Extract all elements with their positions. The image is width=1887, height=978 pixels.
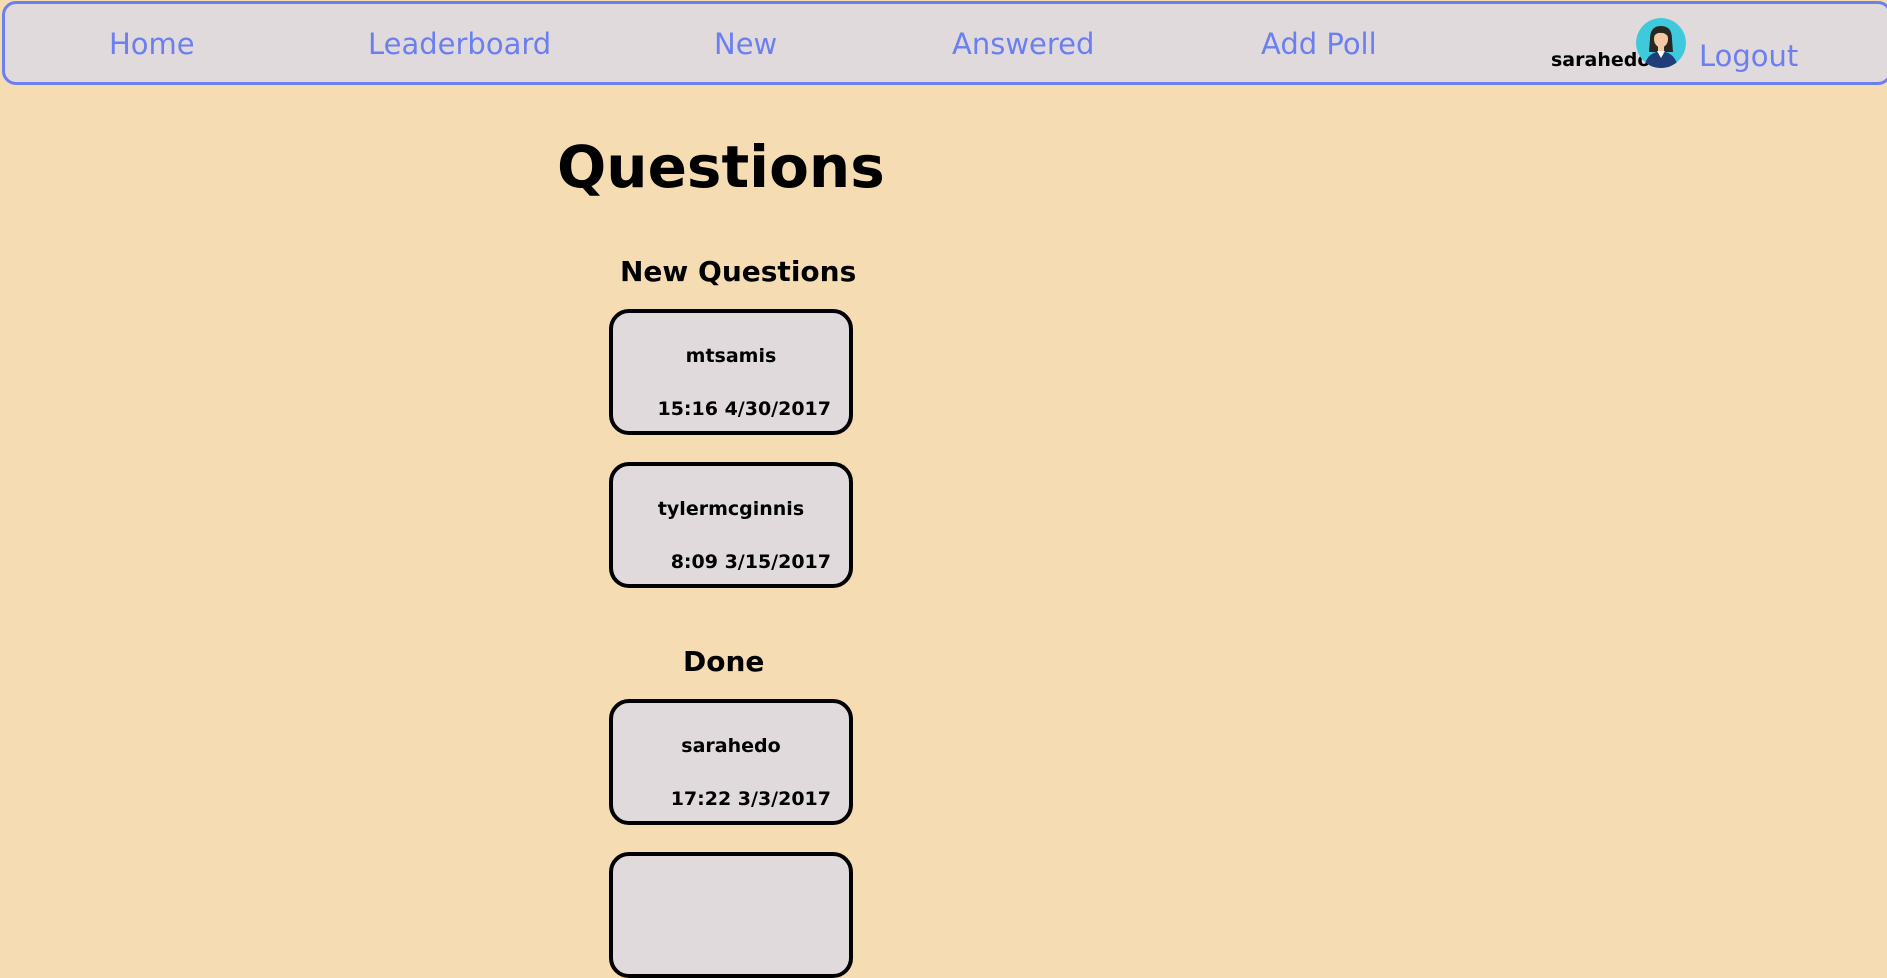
nav-new-link[interactable]: New [714,30,777,59]
nav-answered-link[interactable]: Answered [952,30,1094,59]
current-username: sarahedo [1551,49,1651,71]
new-questions-heading: New Questions [620,255,857,288]
question-card[interactable]: sarahedo 17:22 3/3/2017 [609,699,853,825]
question-timestamp: 15:16 4/30/2017 [657,398,831,420]
question-timestamp: 17:22 3/3/2017 [670,788,831,810]
nav-add-poll-link[interactable]: Add Poll [1261,30,1377,59]
top-navbar: Home Leaderboard New Answered Add Poll s… [2,1,1887,85]
nav-home-link[interactable]: Home [109,30,195,59]
question-author: mtsamis [685,345,777,367]
user-avatar-icon [1636,18,1686,68]
question-author: tylermcginnis [657,498,805,520]
question-timestamp: 8:09 3/15/2017 [670,551,831,573]
done-heading: Done [683,645,765,678]
page-title: Questions [557,133,885,201]
question-card[interactable]: tylermcginnis 8:09 3/15/2017 [609,462,853,588]
question-author: sarahedo [681,735,781,757]
question-card[interactable] [609,852,853,978]
question-card[interactable]: mtsamis 15:16 4/30/2017 [609,309,853,435]
nav-leaderboard-link[interactable]: Leaderboard [368,30,551,59]
logout-link[interactable]: Logout [1699,42,1798,71]
